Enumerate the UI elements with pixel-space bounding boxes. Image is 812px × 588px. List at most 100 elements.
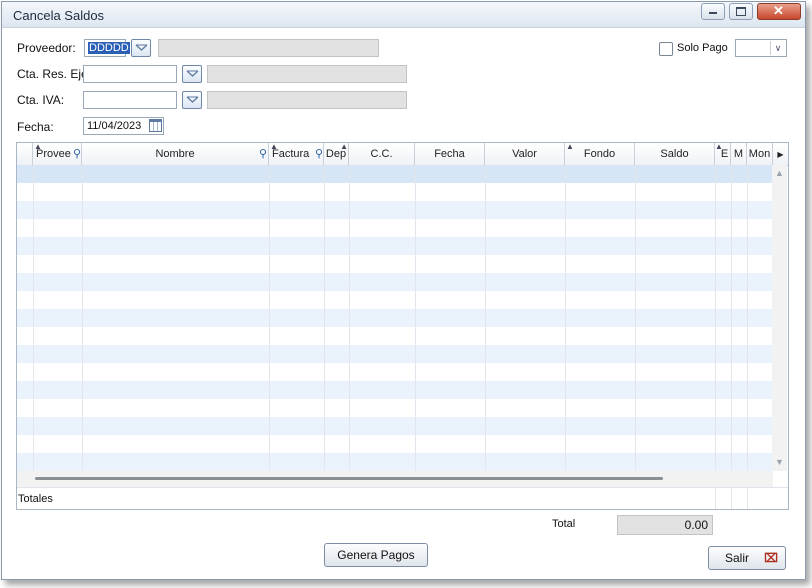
calendar-icon[interactable] bbox=[149, 119, 162, 132]
sort-icon: ▲ bbox=[340, 143, 348, 151]
column-divider bbox=[715, 165, 716, 471]
horizontal-scrollbar[interactable] bbox=[17, 471, 773, 487]
maximize-icon bbox=[736, 7, 746, 16]
table-row[interactable] bbox=[17, 309, 773, 327]
scroll-down-icon[interactable]: ▼ bbox=[775, 457, 784, 467]
column-divider bbox=[747, 488, 748, 509]
close-icon: ✕ bbox=[773, 3, 784, 18]
table-row[interactable] bbox=[17, 453, 773, 471]
minimize-icon bbox=[709, 12, 717, 14]
column-divider bbox=[731, 165, 732, 471]
table-row[interactable] bbox=[17, 219, 773, 237]
column-header-dep[interactable]: Dep ▲ bbox=[324, 143, 349, 165]
table-row[interactable] bbox=[17, 363, 773, 381]
proveedor-label: Proveedor: bbox=[17, 41, 76, 55]
total-label: Total bbox=[552, 518, 576, 530]
cta-res-eje-label: Cta. Res. Eje. bbox=[17, 67, 92, 81]
cancel-x-icon: ⌧ bbox=[764, 551, 778, 565]
table-row[interactable] bbox=[17, 399, 773, 417]
window-title: Cancela Saldos bbox=[13, 8, 105, 23]
totals-label: Totales bbox=[18, 493, 53, 505]
column-header-nombre[interactable]: Nombre ⚲ bbox=[82, 143, 269, 165]
scroll-right-button[interactable]: ▶ bbox=[773, 143, 788, 165]
fecha-value: 11/04/2023 bbox=[87, 120, 142, 132]
column-divider bbox=[731, 488, 732, 509]
column-header-mon[interactable]: Mon bbox=[747, 143, 773, 165]
column-header-fondo[interactable]: ▲ Fondo bbox=[565, 143, 635, 165]
table-row[interactable] bbox=[17, 165, 773, 183]
maximize-button[interactable] bbox=[729, 3, 753, 20]
minimize-button[interactable] bbox=[701, 3, 725, 20]
total-value-field: 0.00 bbox=[617, 515, 713, 535]
total-value: 0.00 bbox=[684, 518, 708, 532]
column-header-fecha[interactable]: Fecha bbox=[415, 143, 485, 165]
horizontal-scroll-thumb[interactable] bbox=[35, 477, 663, 480]
cancela-saldos-window: Cancela Saldos ✕ Proveedor: DDDDD Solo P… bbox=[1, 1, 806, 580]
column-divider bbox=[269, 165, 270, 471]
column-divider bbox=[635, 165, 636, 471]
scroll-arrow-icon: ▶ bbox=[777, 150, 784, 159]
search-icon bbox=[186, 96, 199, 103]
column-divider bbox=[349, 165, 350, 471]
column-header-valor[interactable]: Valor bbox=[485, 143, 565, 165]
table-row[interactable] bbox=[17, 345, 773, 363]
cta-iva-label: Cta. IVA: bbox=[17, 93, 65, 107]
row-selector-header bbox=[17, 143, 33, 165]
fecha-input[interactable]: 11/04/2023 bbox=[83, 117, 164, 135]
sort-icon: ▲ bbox=[34, 143, 42, 151]
sort-icon: ▲ bbox=[566, 143, 574, 151]
column-divider bbox=[747, 165, 748, 471]
table-row[interactable] bbox=[17, 381, 773, 399]
column-header-saldo[interactable]: Saldo bbox=[635, 143, 715, 165]
table-row[interactable] bbox=[17, 291, 773, 309]
column-divider bbox=[82, 165, 83, 471]
proveedor-value: DDDDD bbox=[88, 42, 130, 54]
table-row[interactable] bbox=[17, 255, 773, 273]
table-row[interactable] bbox=[17, 327, 773, 345]
column-header-factura[interactable]: ▲ Factura ⚲ bbox=[269, 143, 324, 165]
cta-res-eje-name-field bbox=[207, 65, 407, 83]
cta-res-eje-search-button[interactable] bbox=[182, 65, 202, 83]
table-row[interactable] bbox=[17, 201, 773, 219]
proveedor-name-field bbox=[158, 39, 379, 57]
column-header-cc[interactable]: C.C. bbox=[349, 143, 415, 165]
grid-header: ▲ Provee ⚲ Nombre ⚲ ▲ Factura ⚲ Dep ▲ C.… bbox=[17, 143, 788, 166]
search-icon bbox=[135, 44, 148, 51]
fecha-label: Fecha: bbox=[17, 120, 54, 134]
salir-button[interactable]: Salir ⌧ bbox=[708, 546, 786, 570]
close-button[interactable]: ✕ bbox=[757, 3, 801, 20]
solo-pago-label: Solo Pago bbox=[677, 42, 728, 54]
column-divider bbox=[415, 165, 416, 471]
table-row[interactable] bbox=[17, 417, 773, 435]
title-bar: Cancela Saldos ✕ bbox=[2, 2, 805, 28]
totals-row: Totales bbox=[17, 487, 788, 509]
saldos-grid[interactable]: ▲ Provee ⚲ Nombre ⚲ ▲ Factura ⚲ Dep ▲ C.… bbox=[16, 142, 789, 510]
column-header-provee[interactable]: ▲ Provee ⚲ bbox=[33, 143, 82, 165]
table-row[interactable] bbox=[17, 435, 773, 453]
solo-pago-select[interactable]: ∨ bbox=[735, 39, 787, 57]
column-divider bbox=[33, 165, 34, 471]
search-icon: ⚲ bbox=[258, 148, 267, 160]
search-icon: ⚲ bbox=[314, 148, 323, 160]
cta-iva-input[interactable] bbox=[83, 91, 177, 109]
column-divider bbox=[324, 165, 325, 471]
proveedor-input[interactable]: DDDDD bbox=[84, 39, 130, 57]
scroll-up-icon[interactable]: ▲ bbox=[775, 168, 784, 178]
table-row[interactable] bbox=[17, 273, 773, 291]
sort-icon: ▲ bbox=[270, 143, 278, 151]
dropdown-arrow-icon: ∨ bbox=[770, 41, 785, 55]
search-icon: ⚲ bbox=[72, 148, 81, 160]
cta-res-eje-input[interactable] bbox=[83, 65, 177, 83]
proveedor-search-button[interactable] bbox=[131, 39, 151, 57]
column-header-m[interactable]: M bbox=[731, 143, 747, 165]
table-row[interactable] bbox=[17, 183, 773, 201]
table-row[interactable] bbox=[17, 237, 773, 255]
column-divider bbox=[565, 165, 566, 471]
cta-iva-search-button[interactable] bbox=[182, 91, 202, 109]
column-divider bbox=[485, 165, 486, 471]
vertical-scrollbar[interactable]: ▲ ▼ bbox=[772, 165, 787, 471]
genera-pagos-button[interactable]: Genera Pagos bbox=[324, 543, 428, 567]
column-header-e[interactable]: ▲ E bbox=[715, 143, 731, 165]
solo-pago-checkbox[interactable] bbox=[659, 42, 673, 56]
column-divider bbox=[715, 488, 716, 509]
